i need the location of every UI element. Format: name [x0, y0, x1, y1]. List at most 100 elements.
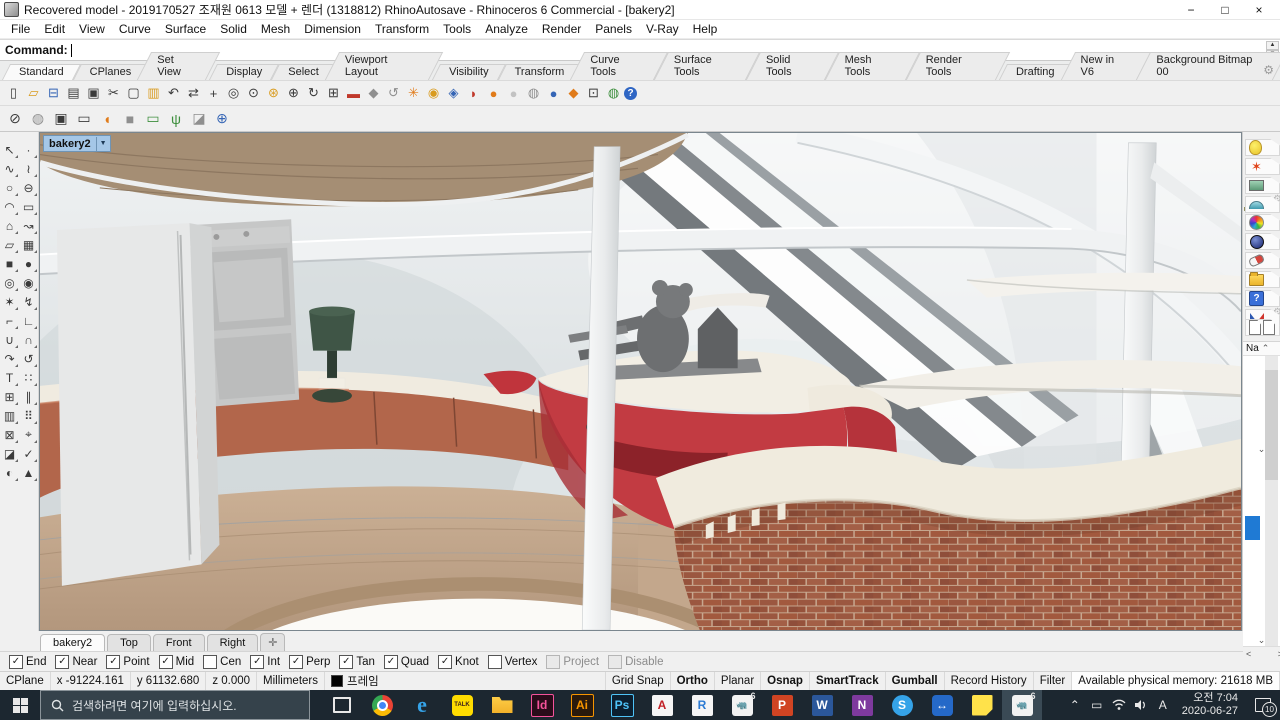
- pan-icon[interactable]: ⇄: [184, 84, 203, 103]
- toolbar-tab[interactable]: Render Tools: [913, 52, 1003, 80]
- status-cell[interactable]: CPlane: [0, 672, 51, 690]
- vray-fur-icon[interactable]: ψ: [165, 109, 187, 129]
- osnap-toggle[interactable]: Project: [546, 654, 599, 669]
- viewport-layout-icon[interactable]: ⊞: [324, 84, 343, 103]
- edge-icon[interactable]: e: [402, 690, 442, 720]
- osnap-toggle[interactable]: Tan: [339, 654, 375, 669]
- autocad-icon[interactable]: A: [642, 690, 682, 720]
- point-tool[interactable]: ·: [19, 140, 38, 159]
- tab-sun[interactable]: ✶: [1245, 158, 1280, 175]
- osnap-toggle[interactable]: Mid: [158, 654, 194, 669]
- tab-render[interactable]: [1245, 233, 1280, 250]
- checkbox[interactable]: [55, 654, 70, 669]
- tab-lights[interactable]: [1245, 139, 1280, 156]
- lock-icon[interactable]: ◈: [444, 84, 463, 103]
- powerpoint-icon[interactable]: P: [762, 690, 802, 720]
- viewport-tab[interactable]: bakery2: [40, 634, 106, 651]
- toolbar-tab[interactable]: Select: [275, 64, 332, 80]
- eraser-tool[interactable]: ◪: [0, 444, 19, 463]
- new-file-icon[interactable]: ▯: [4, 84, 23, 103]
- ghosted-display-icon[interactable]: ●: [504, 84, 523, 103]
- pyramid-tool[interactable]: ▲: [19, 463, 38, 482]
- viewport-tab[interactable]: ✛: [260, 633, 286, 651]
- checkbox[interactable]: [106, 654, 121, 669]
- selected-layer-swatch[interactable]: [1245, 516, 1260, 540]
- gear-icon[interactable]: ⚙: [1263, 63, 1274, 77]
- vray-interactive-icon[interactable]: ⊘: [4, 109, 26, 129]
- vray-frame-buffer-icon[interactable]: ▣: [50, 109, 72, 129]
- torus-tool[interactable]: ◎: [0, 273, 19, 292]
- text-tool[interactable]: T: [0, 368, 19, 387]
- menu-item[interactable]: V-Ray: [639, 21, 686, 37]
- grid-options-icon[interactable]: ⊡: [584, 84, 603, 103]
- ime-language-icon[interactable]: A: [1152, 690, 1174, 720]
- tab-help[interactable]: ?: [1245, 290, 1280, 307]
- status-cell[interactable]: Record History: [945, 672, 1034, 690]
- named-view-icon[interactable]: ▬: [344, 84, 363, 103]
- status-cell[interactable]: Millimeters: [257, 672, 325, 690]
- toolbar-tab[interactable]: CPlanes: [77, 64, 145, 80]
- status-cell[interactable]: y 61132.680: [131, 672, 207, 690]
- orbit-icon[interactable]: ↺: [384, 84, 403, 103]
- toolbar-tab[interactable]: Viewport Layout: [332, 52, 436, 80]
- checkbox[interactable]: [203, 654, 218, 669]
- toolbar-tab[interactable]: Background Bitmap 00: [1143, 52, 1280, 80]
- checkbox[interactable]: [487, 654, 502, 669]
- action-center-button[interactable]: 10: [1246, 690, 1280, 720]
- zoom-dynamic-icon[interactable]: ◎: [224, 84, 243, 103]
- revit-icon[interactable]: R: [682, 690, 722, 720]
- toolbar-tab[interactable]: Visibility: [436, 64, 502, 80]
- status-cell[interactable]: Osnap: [761, 672, 810, 690]
- checkbox[interactable]: [608, 654, 623, 669]
- taskbar-search-input[interactable]: 검색하려면 여기에 입력하십시오.: [40, 690, 310, 720]
- vray-clipper-icon[interactable]: ◪: [188, 109, 210, 129]
- menu-item[interactable]: Curve: [112, 21, 158, 37]
- vray-options-icon[interactable]: ◆: [564, 84, 583, 103]
- chevron-up-icon[interactable]: ⌃: [1262, 343, 1270, 354]
- tab-display[interactable]: [1245, 214, 1280, 231]
- panel-scrollbar[interactable]: [1265, 356, 1278, 646]
- shaded-display-icon[interactable]: ◗: [464, 84, 483, 103]
- earth-icon[interactable]: ◍: [604, 84, 623, 103]
- osnap-toggle[interactable]: Perp: [289, 654, 330, 669]
- checkbox[interactable]: [9, 654, 23, 669]
- control-curve-tool[interactable]: ≀: [19, 159, 38, 178]
- osnap-toggle[interactable]: Near: [55, 654, 97, 669]
- blob-tool[interactable]: ◉: [19, 273, 38, 292]
- raytraced-display-icon[interactable]: ●: [544, 84, 563, 103]
- freeform-tool[interactable]: ↝: [19, 216, 38, 235]
- osnap-toggle[interactable]: Int: [250, 654, 280, 669]
- arc-tool[interactable]: ◠: [0, 197, 19, 216]
- menu-item[interactable]: Tools: [436, 21, 478, 37]
- surface-net-tool[interactable]: ▦: [19, 235, 38, 254]
- start-button[interactable]: [0, 690, 40, 720]
- onenote-icon[interactable]: N: [842, 690, 882, 720]
- open-file-icon[interactable]: ▱: [24, 84, 43, 103]
- status-cell[interactable]: Gumball: [886, 672, 945, 690]
- rhino-icon[interactable]: 🦏: [722, 690, 762, 720]
- osnap-toggle[interactable]: Knot: [438, 654, 479, 669]
- status-cell[interactable]: Planar: [715, 672, 762, 690]
- center-pin-tool[interactable]: ⌖: [19, 425, 38, 444]
- sphere-tool[interactable]: ●: [19, 254, 38, 273]
- menu-item[interactable]: Mesh: [254, 21, 297, 37]
- boolean-diff-tool[interactable]: ∩: [19, 330, 38, 349]
- save-icon[interactable]: ⊟: [44, 84, 63, 103]
- mesh-tool[interactable]: ▥: [0, 406, 19, 425]
- toolbar-tab[interactable]: Surface Tools: [661, 52, 753, 80]
- zoom-extents-icon[interactable]: ⊕: [284, 84, 303, 103]
- status-cell[interactable]: Grid Snap: [606, 672, 671, 690]
- indesign-icon[interactable]: Id: [522, 690, 562, 720]
- maximize-button[interactable]: □: [1208, 1, 1242, 19]
- polygon-tool[interactable]: ⌂: [0, 216, 19, 235]
- osnap-toggle[interactable]: Cen: [203, 654, 241, 669]
- rhino-active-icon[interactable]: 🦏: [1002, 690, 1042, 720]
- menu-item[interactable]: Dimension: [297, 21, 368, 37]
- checkbox[interactable]: [339, 654, 354, 669]
- checkbox[interactable]: [546, 654, 561, 669]
- tray-expand-icon[interactable]: ⌃: [1064, 690, 1086, 720]
- scrollbar-thumb[interactable]: [1265, 370, 1278, 480]
- scroll-left-icon[interactable]: <: [1246, 649, 1251, 659]
- teamviewer-icon[interactable]: ↔: [922, 690, 962, 720]
- viewport-tab[interactable]: Front: [152, 634, 205, 651]
